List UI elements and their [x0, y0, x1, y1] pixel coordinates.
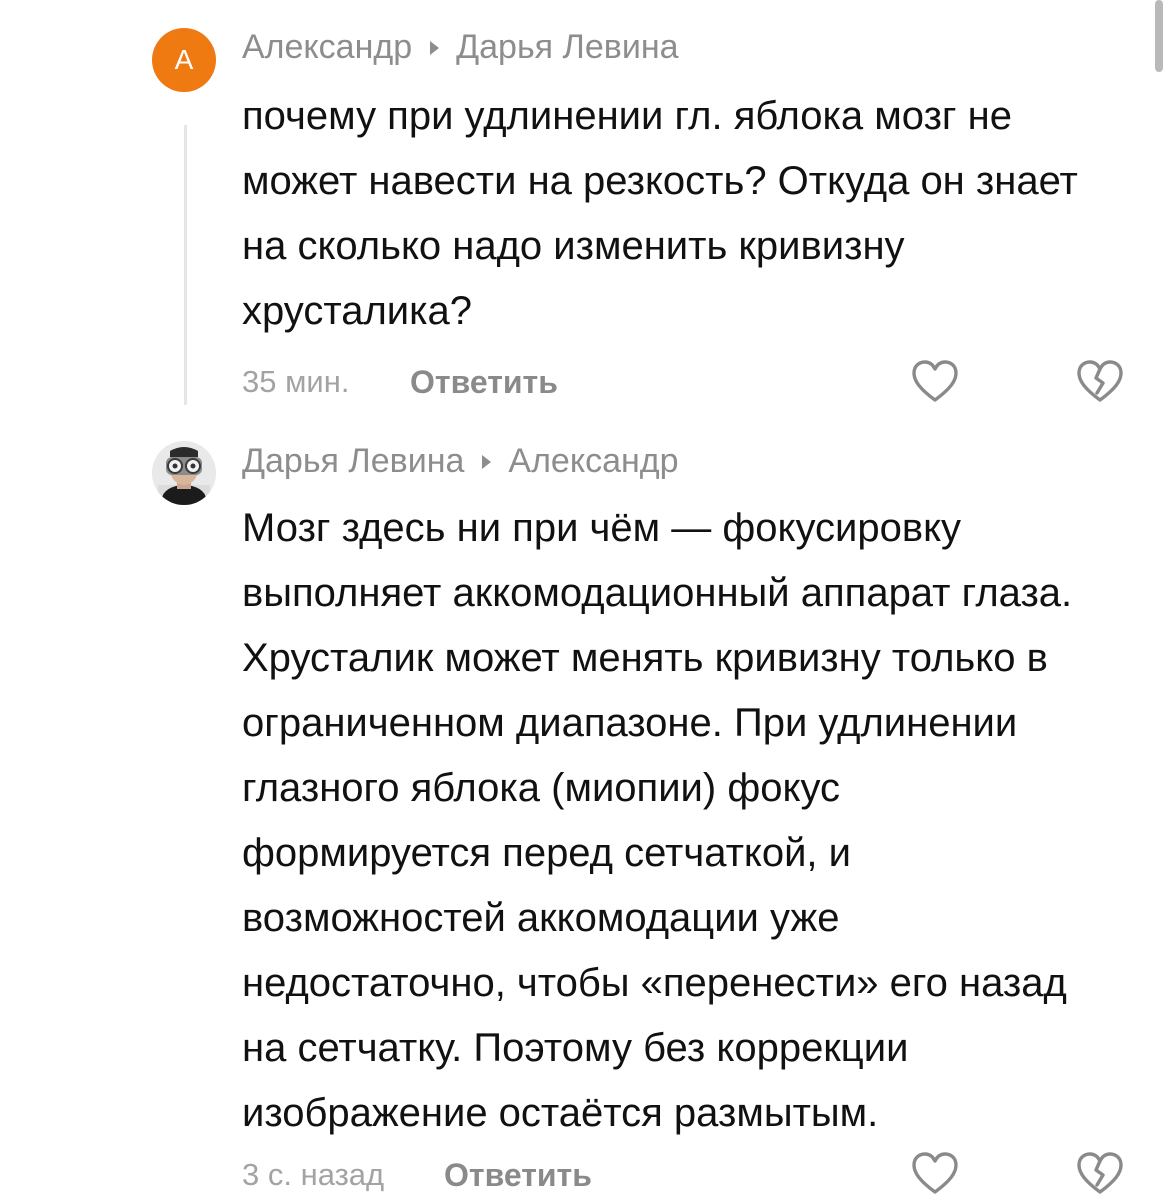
author-name[interactable]: Александр — [242, 28, 412, 67]
reply-button[interactable]: Ответить — [410, 364, 558, 401]
avatar[interactable] — [152, 441, 216, 505]
comment-text-line: хрусталика? — [242, 289, 473, 333]
comment-text-line: может навести на резкость? Откуда он зна… — [242, 159, 1078, 203]
comment-text-line: почему при удлинении гл. яблока мозг не — [242, 94, 1012, 138]
comment-text-line: ограниченном диапазоне. При удлинении — [242, 701, 1018, 745]
heart-icon[interactable] — [910, 1150, 960, 1196]
comment-text-line: Хрусталик может менять кривизну только в — [242, 636, 1048, 680]
user-photo-icon — [152, 441, 216, 505]
reply-arrow-icon — [430, 40, 440, 55]
thread-line — [184, 125, 187, 405]
avatar[interactable]: А — [152, 28, 216, 92]
comment-text-line: возможностей аккомодации уже — [242, 896, 840, 940]
broken-heart-icon[interactable] — [1075, 358, 1125, 404]
comment-text-line: на сетчатку. Поэтому без коррекции — [242, 1026, 909, 1070]
author-name[interactable]: Дарья Левина — [242, 442, 464, 481]
comment-header: Александр Дарья Левина — [242, 28, 679, 67]
comment-text: почему при удлинении гл. яблока мозг не … — [242, 84, 1157, 344]
broken-heart-icon[interactable] — [1075, 1150, 1125, 1196]
reply-button[interactable]: Ответить — [444, 1157, 592, 1194]
comment-text-line: недостаточно, чтобы «перенести» его наза… — [242, 961, 1067, 1005]
heart-icon[interactable] — [910, 358, 960, 404]
timestamp: 3 с. назад — [242, 1157, 385, 1192]
comment-text-line: формируется перед сетчаткой, и — [242, 831, 852, 875]
comment-text-line: изображение остаётся размытым. — [242, 1091, 879, 1135]
comment-text: Мозг здесь ни при чём — фокусировку выпо… — [242, 496, 1157, 1146]
reply-to-name[interactable]: Дарья Левина — [456, 28, 678, 67]
comment-text-line: Мозг здесь ни при чём — фокусировку — [242, 506, 962, 550]
reply-to-name[interactable]: Александр — [508, 442, 678, 481]
comment-text-line: на сколько надо изменить кривизну — [242, 224, 905, 268]
timestamp: 35 мин. — [242, 364, 350, 399]
comment-header: Дарья Левина Александр — [242, 442, 679, 481]
reply-arrow-icon — [482, 454, 492, 469]
comment-text-line: глазного яблока (миопии) фокус — [242, 766, 840, 810]
comment-text-line: выполняет аккомодационный аппарат глаза. — [242, 571, 1073, 615]
scrollbar[interactable] — [1155, 0, 1163, 72]
